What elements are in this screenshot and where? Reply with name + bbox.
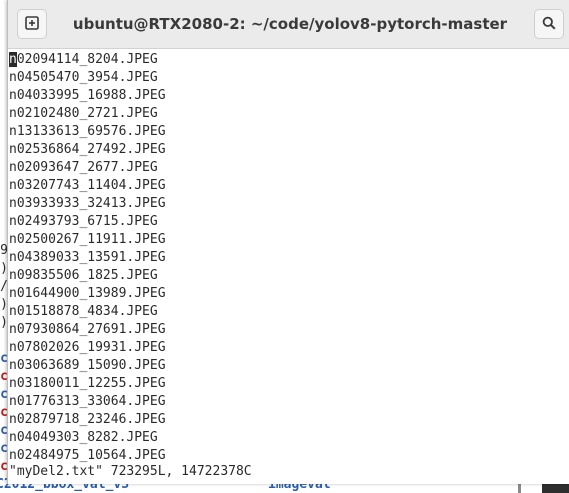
file-line: n03933933_32413.JPEG (9, 196, 166, 211)
file-lines: n02094114_8204.JPEG n04505470_3954.JPEG … (9, 51, 166, 465)
new-tab-button[interactable] (17, 9, 47, 39)
editor-status-line: "myDel2.txt" 723295L, 14722378C (9, 464, 252, 479)
file-line: n04505470_3954.JPEG (9, 70, 158, 85)
file-line: n04033995_16988.JPEG (9, 88, 166, 103)
file-line: n01644900_13989.JPEG (9, 286, 166, 301)
file-line: n07802026_19931.JPEG (9, 340, 166, 355)
file-line: n01518878_4834.JPEG (9, 304, 158, 319)
file-line: n02102480_2721.JPEG (9, 106, 158, 121)
terminal-content[interactable]: n02094114_8204.JPEG n04505470_3954.JPEG … (8, 49, 569, 484)
file-line: n02500267_11911.JPEG (9, 232, 166, 247)
file-line: n09835506_1825.JPEG (9, 268, 158, 283)
text-cursor: n (9, 52, 17, 67)
file-line: n04049303_8282.JPEG (9, 430, 158, 445)
file-line: n03207743_11404.JPEG (9, 178, 166, 193)
file-line: n13133613_69576.JPEG (9, 124, 166, 139)
file-line: n01776313_33064.JPEG (9, 394, 166, 409)
title-bar[interactable]: ubuntu@RTX2080-2: ~/code/yolov8-pytorch-… (8, 0, 569, 49)
file-line: n02536864_27492.JPEG (9, 142, 166, 157)
file-line: n07930864_27691.JPEG (9, 322, 166, 337)
file-line: n02879718_23246.JPEG (9, 412, 166, 427)
file-line: n03180011_12255.JPEG (9, 376, 166, 391)
file-line: n04389033_13591.JPEG (9, 250, 166, 265)
new-tab-icon (25, 15, 39, 34)
terminal-window: ubuntu@RTX2080-2: ~/code/yolov8-pytorch-… (7, 0, 569, 484)
file-line: n02093647_2677.JPEG (9, 160, 158, 175)
file-line: n03063689_15090.JPEG (9, 358, 166, 373)
search-button[interactable] (534, 9, 564, 39)
search-icon (542, 15, 556, 34)
file-line: n02094114_8204.JPEG (9, 51, 166, 69)
file-line-text: 02094114_8204.JPEG (16, 52, 158, 67)
window-title: ubuntu@RTX2080-2: ~/code/yolov8-pytorch-… (72, 15, 508, 33)
file-line: n02493793_6715.JPEG (9, 214, 158, 229)
